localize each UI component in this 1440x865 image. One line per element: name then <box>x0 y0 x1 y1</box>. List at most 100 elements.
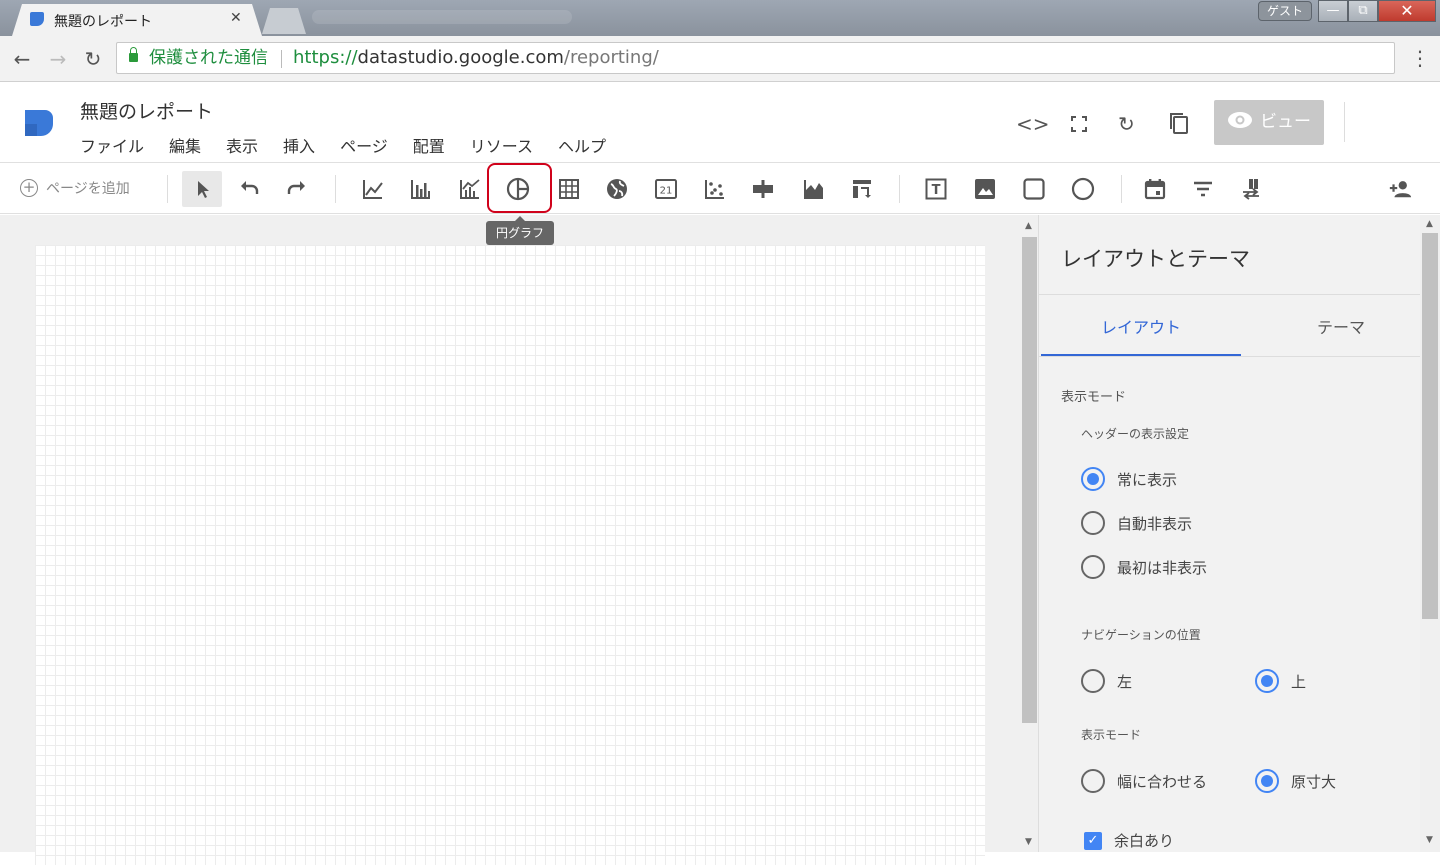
menu-resource[interactable]: リソース <box>470 133 533 157</box>
radio-nav-top[interactable]: 上 <box>1255 669 1306 693</box>
bar-chart-icon[interactable] <box>403 171 439 207</box>
report-canvas[interactable] <box>35 245 985 865</box>
menu-view[interactable]: 表示 <box>226 133 258 157</box>
radio-header-always[interactable]: 常に表示 <box>1081 467 1177 491</box>
minimize-icon[interactable]: — <box>1318 0 1348 22</box>
radio-actual-size[interactable]: 原寸大 <box>1255 769 1336 793</box>
forward-arrow-icon[interactable]: → <box>46 47 70 71</box>
radio-unselected[interactable] <box>1081 555 1105 579</box>
toolbar-divider <box>335 175 336 203</box>
area-chart-icon[interactable] <box>796 171 832 207</box>
window-close-icon[interactable]: ✕ <box>1378 0 1436 22</box>
background-tab <box>312 10 572 24</box>
menu-file[interactable]: ファイル <box>80 133 144 157</box>
date-range-icon[interactable] <box>1137 171 1173 207</box>
menu-arrange[interactable]: 配置 <box>413 133 445 157</box>
undo-icon[interactable] <box>231 171 267 207</box>
reload-icon[interactable]: ↻ <box>81 47 105 71</box>
header-setting-label: ヘッダーの表示設定 <box>1081 427 1190 441</box>
radio-header-auto-hide[interactable]: 自動非表示 <box>1081 511 1192 535</box>
radio-label: 左 <box>1117 672 1133 691</box>
display-mode-section-label: 表示モード <box>1061 390 1127 405</box>
geo-map-icon[interactable] <box>599 171 635 207</box>
nav-position-label: ナビゲーションの位置 <box>1081 628 1201 642</box>
report-canvas-area <box>0 215 1021 865</box>
radio-selected[interactable] <box>1081 467 1105 491</box>
share-add-person-icon[interactable] <box>1382 171 1418 207</box>
radio-selected[interactable] <box>1255 669 1279 693</box>
select-pointer-icon[interactable] <box>182 171 222 207</box>
table-icon[interactable] <box>551 171 587 207</box>
menu-edit[interactable]: 編集 <box>169 133 201 157</box>
toolbar-divider <box>1121 175 1122 203</box>
menu-page[interactable]: ページ <box>340 133 388 157</box>
back-arrow-icon[interactable]: ← <box>10 47 34 71</box>
scroll-down-icon[interactable]: ▼ <box>1025 837 1032 847</box>
copy-report-icon[interactable] <box>1168 111 1190 135</box>
bullet-chart-icon[interactable] <box>745 171 781 207</box>
app-header: 無題のレポート ファイル 編集 表示 挿入 ページ 配置 リソース ヘルプ <>… <box>0 82 1440 162</box>
redo-icon[interactable] <box>279 171 315 207</box>
window-controls: ゲスト — ⧉ ✕ <box>1257 0 1436 24</box>
fullscreen-icon[interactable] <box>1070 115 1088 133</box>
scorecard-glyph: 21 <box>660 186 673 197</box>
scroll-down-icon[interactable]: ▼ <box>1426 835 1433 845</box>
radio-label: 上 <box>1291 672 1307 691</box>
address-bar[interactable]: 保護された通信 https://datastudio.google.com/re… <box>116 42 1395 74</box>
refresh-data-icon[interactable]: ↻ <box>1118 112 1135 136</box>
scatter-chart-icon[interactable] <box>697 171 733 207</box>
add-page-button[interactable]: + ページを追加 <box>20 178 130 198</box>
radio-unselected[interactable] <box>1081 669 1105 693</box>
circle-icon[interactable] <box>1065 171 1101 207</box>
report-title[interactable]: 無題のレポート <box>80 97 213 124</box>
browser-titlebar: 無題のレポート ✕ ゲスト — ⧉ ✕ <box>0 0 1440 36</box>
panel-divider <box>1039 294 1420 295</box>
pivot-table-icon[interactable] <box>844 171 880 207</box>
tab-title: 無題のレポート <box>54 14 152 30</box>
margin-checkbox-row[interactable]: ✓ 余白あり <box>1084 830 1174 851</box>
data-control-icon[interactable] <box>1233 171 1269 207</box>
radio-unselected[interactable] <box>1081 769 1105 793</box>
panel-scroll-thumb[interactable] <box>1422 233 1438 619</box>
display-mode-label: 表示モード <box>1081 728 1142 742</box>
report-toolbar: + ページを追加 21 T <box>0 162 1440 214</box>
toolbar-divider <box>167 175 168 203</box>
restore-icon[interactable]: ⧉ <box>1348 0 1378 22</box>
panel-scrollbar[interactable]: ▲ ▼ <box>1420 215 1440 852</box>
tab-close-icon[interactable]: ✕ <box>230 10 242 26</box>
text-box-icon[interactable]: T <box>918 171 954 207</box>
browser-menu-icon[interactable]: ⋮ <box>1410 46 1430 70</box>
secure-label: 保護された通信 <box>149 48 268 68</box>
canvas-scrollbar[interactable]: ▲ ▼ <box>1021 215 1038 852</box>
radio-header-initially-hidden[interactable]: 最初は非表示 <box>1081 555 1207 579</box>
browser-tab-active[interactable]: 無題のレポート ✕ <box>12 4 262 36</box>
browser-toolbar: ← → ↻ 保護された通信 https://datastudio.google.… <box>0 36 1440 82</box>
combo-chart-icon[interactable] <box>452 171 488 207</box>
filter-control-icon[interactable] <box>1185 171 1221 207</box>
checkbox-label: 余白あり <box>1114 832 1175 850</box>
scroll-up-icon[interactable]: ▲ <box>1426 219 1433 229</box>
radio-unselected[interactable] <box>1081 511 1105 535</box>
radio-fit-to-width[interactable]: 幅に合わせる <box>1081 769 1207 793</box>
image-icon[interactable] <box>967 171 1003 207</box>
radio-nav-left[interactable]: 左 <box>1081 669 1132 693</box>
view-mode-button[interactable]: ビュー <box>1214 100 1324 145</box>
radio-selected[interactable] <box>1255 769 1279 793</box>
scroll-up-icon[interactable]: ▲ <box>1025 221 1032 231</box>
url-path: /reporting/ <box>563 47 659 68</box>
time-series-chart-icon[interactable] <box>355 171 391 207</box>
rectangle-icon[interactable] <box>1016 171 1052 207</box>
checkbox-checked-icon[interactable]: ✓ <box>1084 831 1102 850</box>
new-tab-button[interactable] <box>262 8 306 34</box>
guest-profile-badge[interactable]: ゲスト <box>1257 1 1312 21</box>
canvas-scroll-thumb[interactable] <box>1022 237 1037 723</box>
data-studio-logo-icon[interactable] <box>23 106 55 138</box>
menu-help[interactable]: ヘルプ <box>558 133 606 157</box>
tab-layout[interactable]: レイアウト <box>1041 314 1241 338</box>
tab-theme[interactable]: テーマ <box>1241 314 1440 338</box>
embed-code-icon[interactable]: <> <box>1016 112 1050 136</box>
app-menubar: ファイル 編集 表示 挿入 ページ 配置 リソース ヘルプ <box>80 133 606 157</box>
scorecard-icon[interactable]: 21 <box>648 171 684 207</box>
url-host: datastudio.google.com <box>357 47 564 68</box>
menu-insert[interactable]: 挿入 <box>283 133 315 157</box>
